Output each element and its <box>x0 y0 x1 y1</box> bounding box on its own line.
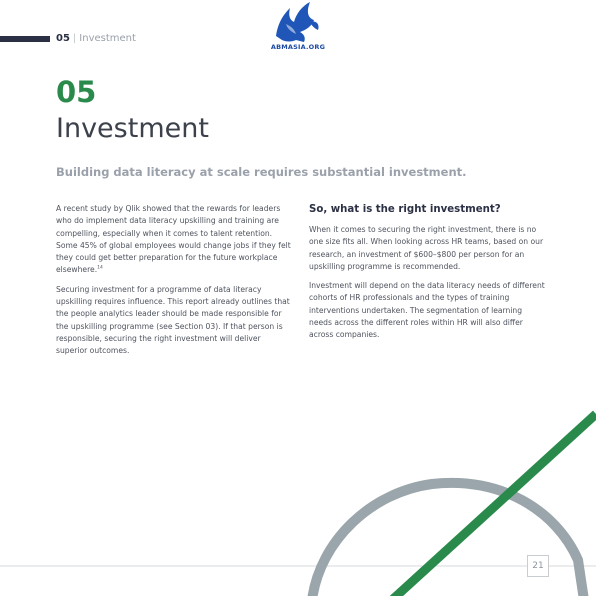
page-number-box: 21 <box>527 555 549 577</box>
page-number: 21 <box>532 561 544 571</box>
decorative-graphics <box>0 410 596 596</box>
decorative-diagonal <box>389 410 596 596</box>
decorative-arc <box>307 477 589 596</box>
